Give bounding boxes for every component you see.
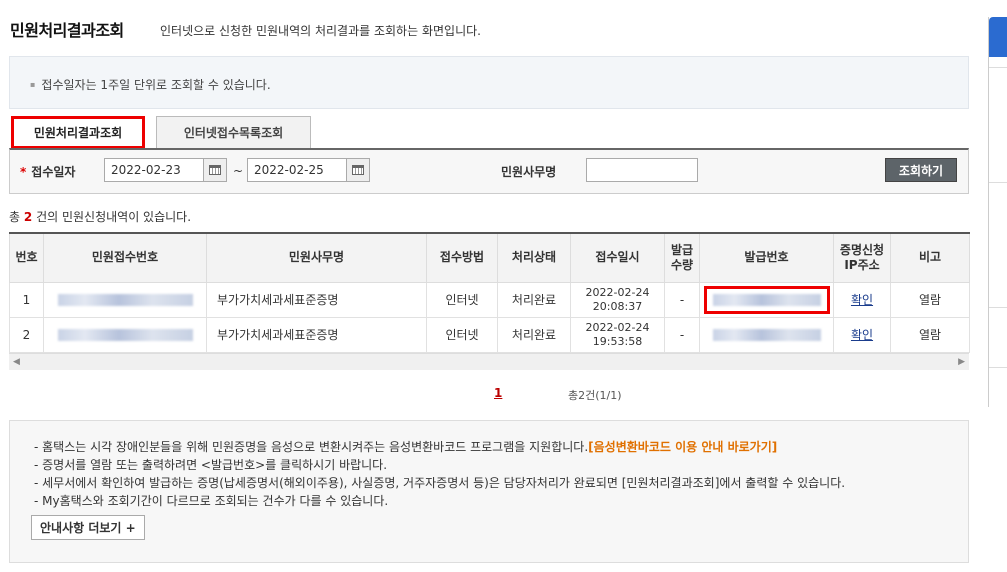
redacted-issue-no [712,294,821,306]
redacted-receipt-no [57,329,193,341]
col-note: 비고 [890,232,970,283]
cell-qty: - [664,316,700,353]
voice-barcode-link[interactable]: [음성변환바코드 이용 안내 바로가기] [588,440,777,454]
search-button[interactable]: 조회하기 [885,158,957,182]
col-issue-no: 발급번호 [699,232,834,283]
cell-status: 처리완료 [497,281,571,318]
cell-status: 처리완료 [497,316,571,353]
date-label: * 접수일자 [20,165,76,179]
tab-internet-list[interactable]: 인터넷접수목록조회 [156,116,311,149]
table-row: 2 부가가치세과세표준증명 인터넷 처리완료 2022-02-24 19:53:5… [9,316,970,353]
top-notice-box: 접수일자는 1주일 단위로 조회할 수 있습니다. [9,56,969,109]
more-info-button[interactable]: 안내사항 더보기 + [31,515,145,540]
calendar-icon [209,165,221,175]
result-count-number: 2 [23,210,33,224]
right-side-rail [988,17,1007,407]
cell-office: 부가가치세과세표준증명 [206,281,427,318]
cell-ip[interactable]: 확인 [833,316,891,353]
top-notice-text: 접수일자는 1주일 단위로 조회할 수 있습니다. [30,76,270,93]
rail-divider [989,182,1007,183]
rail-divider [989,67,1007,68]
cell-issue-no[interactable] [699,316,834,353]
start-calendar-button[interactable] [203,158,227,182]
cell-note: 열람 [890,281,970,318]
ip-confirm-link[interactable]: 확인 [851,293,873,307]
ip-confirm-link[interactable]: 확인 [851,328,873,342]
col-status: 처리상태 [497,232,571,283]
table-row: 1 부가가치세과세표준증명 인터넷 처리완료 2022-02-24 20:08:3… [9,281,970,318]
col-office: 민원사무명 [206,232,427,283]
cell-ip[interactable]: 확인 [833,281,891,318]
redacted-receipt-no [57,294,193,306]
cell-note: 열람 [890,316,970,353]
start-date-input[interactable]: 2022-02-23 [104,158,204,182]
horizontal-scrollbar[interactable]: ◀ ▶ [9,353,969,370]
tab-label: 민원처리결과조회 [33,126,123,140]
page-number-current[interactable]: 1 [494,386,502,400]
notice-line-1: - 홈택스는 시각 장애인분들을 위해 민원증명을 음성으로 변환시켜주는 음성… [34,440,778,454]
rail-divider [989,307,1007,308]
page-title: 민원처리결과조회 [10,21,124,40]
cell-qty: - [664,281,700,318]
calendar-icon [352,165,364,175]
result-count: 총 2 건의 민원신청내역이 있습니다. [9,210,192,224]
issue-no-highlight[interactable] [703,285,830,314]
cell-method: 인터넷 [426,316,498,353]
cell-receipt-no[interactable] [43,316,207,353]
notice-line-4: - My홈택스와 조회기간이 다르므로 조회되는 건수가 다를 수 있습니다. [34,494,389,508]
required-mark: * [20,165,27,179]
tab-label: 인터넷접수목록조회 [183,126,284,140]
scroll-right-icon[interactable]: ▶ [958,357,965,367]
cell-no: 2 [9,316,44,353]
cell-datetime: 2022-02-24 20:08:37 [570,281,665,318]
rail-tab[interactable] [989,17,1007,57]
cell-datetime: 2022-02-24 19:53:58 [570,316,665,353]
col-qty: 발급 수량 [664,232,700,283]
page-info: 총2건(1/1) [568,389,622,402]
office-label: 민원사무명 [501,165,557,179]
end-date-input[interactable]: 2022-02-25 [247,158,347,182]
col-no: 번호 [9,232,44,283]
col-method: 접수방법 [426,232,498,283]
scroll-left-icon[interactable]: ◀ [13,357,20,367]
cell-receipt-no[interactable] [43,281,207,318]
cell-method: 인터넷 [426,281,498,318]
page-description: 인터넷으로 신청한 민원내역의 처리결과를 조회하는 화면입니다. [160,24,481,38]
col-receipt-no: 민원접수번호 [43,232,207,283]
notice-line-3: - 세무서에서 확인하여 발급하는 증명(납세증명서(해외이주용), 사실증명,… [34,476,846,490]
cell-no: 1 [9,281,44,318]
results-table: 번호 민원접수번호 민원사무명 접수방법 처리상태 접수일시 발급 수량 발급번… [9,232,970,353]
bottom-notice-box: - 홈택스는 시각 장애인분들을 위해 민원증명을 음성으로 변환시켜주는 음성… [9,420,969,563]
date-separator: ~ [233,164,244,178]
rail-divider [989,367,1007,368]
tab-result-inquiry[interactable]: 민원처리결과조회 [11,116,145,149]
cell-office: 부가가치세과세표준증명 [206,316,427,353]
redacted-issue-no[interactable] [712,329,821,341]
col-ip: 증명신청 IP주소 [833,232,891,283]
office-name-input[interactable] [586,158,698,182]
end-calendar-button[interactable] [346,158,370,182]
col-date: 접수일시 [570,232,665,283]
table-header-row: 번호 민원접수번호 민원사무명 접수방법 처리상태 접수일시 발급 수량 발급번… [9,232,970,283]
cell-issue-no[interactable] [699,281,834,318]
notice-line-2: - 증명서를 열람 또는 출력하려면 <발급번호>를 클릭하시기 바랍니다. [34,458,388,472]
